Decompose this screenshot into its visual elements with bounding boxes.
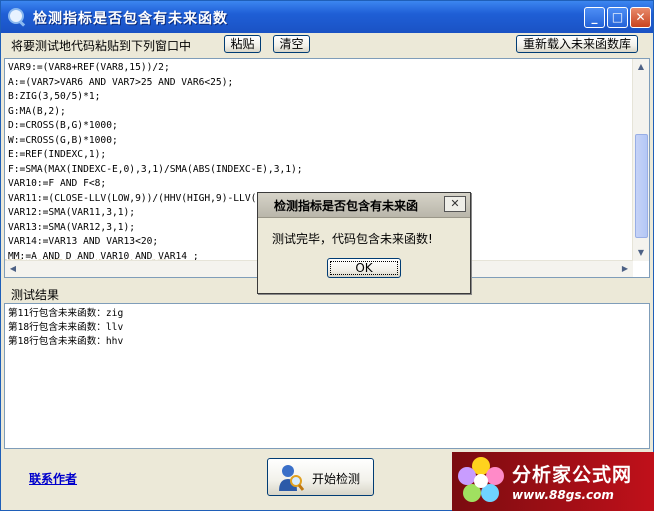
reload-library-button[interactable]: 重新载入未来函数库 — [516, 35, 638, 53]
title-bar[interactable]: 检测指标是否包含有未来函数 _ □ ✕ — [1, 1, 653, 33]
code-line: B:ZIG(3,50/5)*1; — [8, 91, 101, 102]
code-line: E:=REF(INDEXC,1); — [8, 149, 107, 160]
results-label: 测试结果 — [11, 288, 60, 302]
result-line: 第18行包含未来函数：hhv — [8, 336, 124, 347]
scroll-thumb[interactable] — [635, 134, 648, 238]
logo-url: www.88gs.com — [512, 488, 614, 502]
ok-button[interactable]: OK — [327, 258, 401, 278]
close-button[interactable]: ✕ — [630, 7, 651, 28]
code-line: W:=CROSS(G,B)*1000; — [8, 134, 118, 146]
start-check-button[interactable]: 开始检测 — [267, 458, 374, 496]
magnifier-icon — [8, 8, 24, 24]
minimize-button[interactable]: _ — [584, 7, 605, 28]
paste-hint: 将要测试地代码粘贴到下列窗口中 — [11, 39, 192, 53]
person-search-icon — [279, 465, 304, 491]
scroll-down-icon[interactable]: ▼ — [633, 245, 649, 261]
logo-name: 分析家公式网 — [512, 464, 633, 486]
code-line: D:=CROSS(B,G)*1000; — [8, 120, 118, 131]
code-line: VAR9:=(VAR8+REF(VAR8,15))/2; — [8, 62, 170, 73]
dialog-close-icon[interactable]: ✕ — [444, 196, 466, 212]
dialog-message: 测试完毕，代码包含未来函数! — [272, 232, 433, 246]
code-line: G:MA(B,2); — [8, 105, 66, 117]
result-line: 第18行包含未来函数：llv — [8, 322, 124, 333]
vertical-scrollbar[interactable]: ▲ ▼ — [632, 59, 649, 261]
dialog-title: 检测指标是否包含有未来函 — [274, 199, 419, 213]
contact-author-link[interactable]: 联系作者 — [29, 470, 77, 487]
site-logo: 分析家公式网 www.88gs.com — [452, 452, 654, 511]
flower-logo-icon — [458, 457, 504, 502]
results-box[interactable]: 第11行包含未来函数：zig 第18行包含未来函数：llv 第18行包含未来函数：h… — [4, 303, 650, 449]
scroll-up-icon[interactable]: ▲ — [633, 59, 649, 75]
paste-button[interactable]: 粘贴 — [224, 35, 261, 53]
result-dialog: 检测指标是否包含有未来函 ✕ 测试完毕，代码包含未来函数! OK — [257, 192, 471, 294]
code-line: VAR10:=F AND F<8; — [8, 178, 107, 189]
start-check-label: 开始检测 — [312, 472, 361, 486]
code-line: A:=(VAR7>VAR6 AND VAR7>25 AND VAR6<25); — [8, 76, 234, 88]
result-line: 第11行包含未来函数：zig — [8, 308, 124, 319]
scroll-right-icon[interactable]: ▶ — [617, 261, 633, 277]
results-text: 第11行包含未来函数：zig 第18行包含未来函数：llv 第18行包含未来函数：h… — [8, 307, 123, 349]
scroll-left-icon[interactable]: ◀ — [5, 261, 21, 277]
dialog-title-bar[interactable]: 检测指标是否包含有未来函 ✕ — [258, 193, 470, 218]
maximize-button[interactable]: □ — [607, 7, 628, 28]
clear-button[interactable]: 清空 — [273, 35, 310, 53]
code-line: F:=SMA(MAX(INDEXC-E,0),3,1)/SMA(ABS(INDE… — [8, 163, 303, 175]
window-title: 检测指标是否包含有未来函数 — [33, 11, 228, 27]
toolbar: 将要测试地代码粘贴到下列窗口中 粘贴 清空 重新载入未来函数库 — [1, 33, 653, 57]
